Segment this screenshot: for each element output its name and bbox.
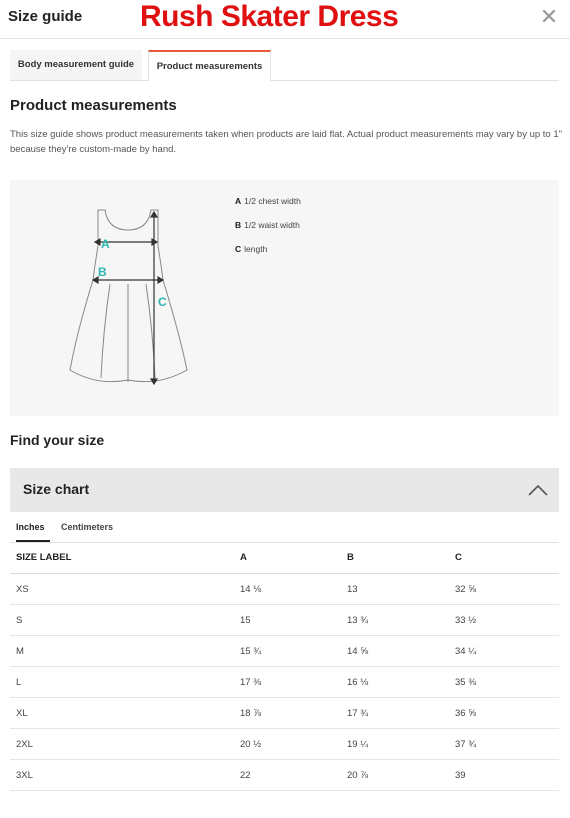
table-cell: 36 ⅝ xyxy=(455,697,559,729)
table-cell: 14 ⅝ xyxy=(347,635,455,667)
marker-c: C xyxy=(158,295,167,309)
table-cell: 16 ⅛ xyxy=(347,666,455,698)
size-label-cell: S xyxy=(10,604,240,636)
tab-product-measurements[interactable]: Product measurements xyxy=(148,50,271,81)
table-cell: 22 xyxy=(240,759,347,791)
table-row: XL 18 ⅞ 17 ¾ 36 ⅝ xyxy=(10,697,559,729)
close-icon[interactable]: ✕ xyxy=(538,6,560,28)
table-cell: 15 xyxy=(240,604,347,636)
size-chart-table: SIZE LABEL A B C XS 14 ⅛ 13 32 ⅝ S 15 13… xyxy=(10,542,559,791)
table-row: 2XL 20 ½ 19 ¼ 37 ¾ xyxy=(10,728,559,760)
size-chart-label: Size chart xyxy=(23,481,90,497)
column-header: B xyxy=(347,542,455,574)
column-header: SIZE LABEL xyxy=(10,542,240,574)
legend-item-c: Clength xyxy=(235,244,268,254)
table-row: S 15 13 ¾ 33 ½ xyxy=(10,604,559,636)
legend-item-a: A 1/2 chest width xyxy=(235,196,301,206)
marker-b: B xyxy=(98,265,107,279)
legend-item-b: B 1/2 waist width xyxy=(235,220,300,230)
table-cell: 34 ¼ xyxy=(455,635,559,667)
tab-inches[interactable]: Inches xyxy=(16,522,50,542)
column-header: C xyxy=(455,542,559,574)
table-cell: 18 ⅞ xyxy=(240,697,347,729)
table-row: M 15 ¾ 14 ⅝ 34 ¼ xyxy=(10,635,559,667)
table-cell: 20 ½ xyxy=(240,728,347,760)
chevron-up-icon[interactable] xyxy=(527,480,549,500)
size-label-cell: XS xyxy=(10,573,240,605)
size-label-cell: 2XL xyxy=(10,728,240,760)
table-cell: 20 ⅞ xyxy=(347,759,455,791)
section-heading-find-your-size: Find your size xyxy=(10,432,105,448)
table-cell: 13 ¾ xyxy=(347,604,455,636)
marker-a: A xyxy=(101,237,110,251)
table-cell: 32 ⅝ xyxy=(455,573,559,605)
table-row: L 17 ⅜ 16 ⅛ 35 ⅜ xyxy=(10,666,559,698)
size-chart-accordion[interactable]: Size chart xyxy=(10,468,559,512)
size-label-cell: L xyxy=(10,666,240,698)
size-label-cell: XL xyxy=(10,697,240,729)
table-cell: 15 ¾ xyxy=(240,635,347,667)
dress-diagram: A B C xyxy=(69,209,188,386)
table-cell: 19 ¼ xyxy=(347,728,455,760)
table-cell: 14 ⅛ xyxy=(240,573,347,605)
measurement-legend: A 1/2 chest width B 1/2 waist width Clengt… xyxy=(235,196,301,268)
guide-tabs: Body measurement guide Product measureme… xyxy=(10,50,559,81)
table-cell: 35 ⅜ xyxy=(455,666,559,698)
section-heading-product-measurements: Product measurements xyxy=(10,97,177,114)
table-row: 3XL 22 20 ⅞ 39 xyxy=(10,759,559,791)
modal-title: Size guide xyxy=(8,8,83,25)
size-label-cell: 3XL xyxy=(10,759,240,791)
table-cell: 17 ¾ xyxy=(347,697,455,729)
table-cell: 37 ¾ xyxy=(455,728,559,760)
product-measurements-description: This size guide shows product measuremen… xyxy=(10,129,563,155)
modal-header: Size guide Rush Skater Dress ✕ xyxy=(0,0,570,39)
product-name: Rush Skater Dress xyxy=(140,0,399,33)
column-header: A xyxy=(240,542,347,574)
table-row: XS 14 ⅛ 13 32 ⅝ xyxy=(10,573,559,605)
table-cell: 33 ½ xyxy=(455,604,559,636)
tab-centimeters[interactable]: Centimeters xyxy=(61,522,113,542)
table-cell: 13 xyxy=(347,573,455,605)
tab-body-measurement-guide[interactable]: Body measurement guide xyxy=(10,50,142,80)
size-label-cell: M xyxy=(10,635,240,667)
table-cell: 17 ⅜ xyxy=(240,666,347,698)
unit-tabs: Inches Centimeters xyxy=(10,518,559,543)
table-cell: 39 xyxy=(455,759,559,791)
table-header-row: SIZE LABEL A B C xyxy=(10,542,559,574)
